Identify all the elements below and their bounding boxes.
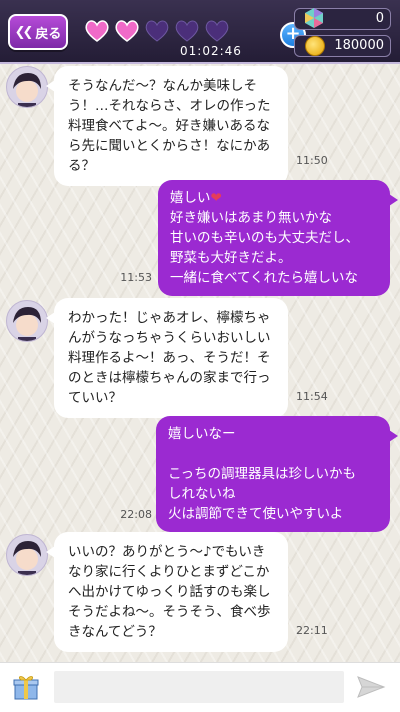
message-time: 22:11 bbox=[296, 624, 328, 637]
message-time: 11:54 bbox=[296, 390, 328, 403]
message-time: 11:50 bbox=[296, 154, 328, 167]
send-icon[interactable] bbox=[356, 674, 386, 700]
back-button-label: 戻る bbox=[35, 26, 62, 42]
coin-counter: 180000 bbox=[294, 35, 391, 57]
heart-icon: ❤ bbox=[210, 190, 222, 206]
top-bar: ❮❮ 戻る 01:02:46 + 0 180000 bbox=[0, 0, 400, 64]
gem-icon bbox=[305, 8, 323, 28]
avatar bbox=[6, 300, 48, 342]
avatar bbox=[6, 534, 48, 576]
heart-empty-icon bbox=[205, 20, 229, 42]
message-bubble-incoming: いいの？ありがとう～♪でもいきなり家に行くよりひとまずどこかへ出かけてゆっくり話… bbox=[46, 532, 288, 652]
heart-empty-icon bbox=[175, 20, 199, 42]
message-text: 好き嫌いはあまり無いかな 甘いのも辛いのも大丈夫だし、 野菜も大好きだよ。 一緒… bbox=[170, 210, 359, 286]
heart-icon bbox=[85, 20, 109, 42]
message-time: 11:53 bbox=[120, 271, 152, 284]
input-bar bbox=[0, 662, 400, 712]
message-bubble-outgoing: 嬉しい❤ 好き嫌いはあまり無いかな 甘いのも辛いのも大丈夫だし、 野菜も大好きだ… bbox=[158, 180, 398, 296]
message-text: 嬉しい bbox=[170, 190, 211, 206]
message-bubble-outgoing: 嬉しいなー こっちの調理器具は珍しいかも しれないね 火は調節できて使いやすいよ bbox=[156, 416, 398, 532]
back-button[interactable]: ❮❮ 戻る bbox=[8, 14, 68, 50]
message-time: 22:08 bbox=[120, 508, 152, 521]
gem-count: 0 bbox=[375, 11, 384, 26]
heart-empty-icon bbox=[145, 20, 169, 42]
coin-icon bbox=[305, 36, 325, 56]
heart-icon bbox=[115, 20, 139, 42]
gift-icon[interactable] bbox=[12, 673, 40, 701]
avatar bbox=[6, 66, 48, 108]
timer: 01:02:46 bbox=[180, 44, 242, 58]
message-bubble-incoming: そうなんだ～？なんか美味しそう！…それならさ、オレの作った料理食べてよ～。好き嫌… bbox=[46, 66, 288, 186]
affection-hearts bbox=[84, 19, 230, 43]
gem-counter: 0 bbox=[294, 8, 391, 30]
message-input[interactable] bbox=[54, 671, 344, 703]
double-chevron-left-icon: ❮❮ bbox=[14, 24, 34, 40]
coin-count: 180000 bbox=[334, 38, 384, 53]
message-bubble-incoming: わかった！じゃあオレ、檸檬ちゃんがうなっちゃうくらいおいしい料理作るよ～！あっ、… bbox=[46, 298, 288, 418]
